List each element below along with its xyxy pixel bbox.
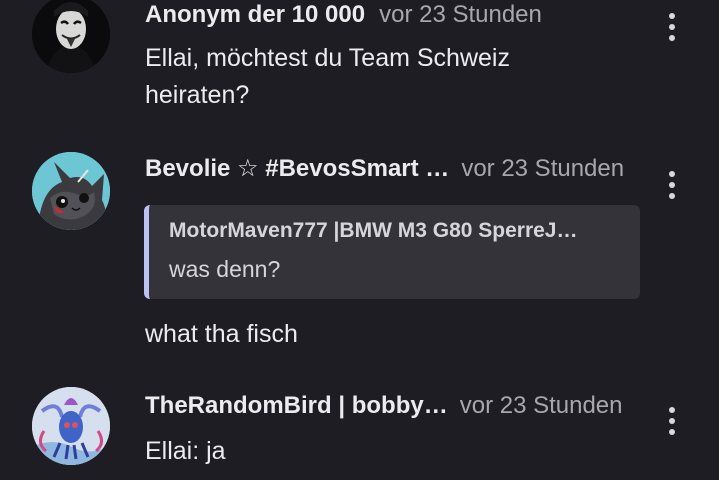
blue-creature-avatar	[32, 387, 110, 465]
avatar[interactable]	[32, 387, 110, 465]
comment-text: Ellai: ja	[145, 437, 226, 465]
comment-author[interactable]: Anonym der 10 000	[145, 1, 365, 28]
more-options-icon[interactable]	[660, 171, 684, 203]
quote-author: MotorMaven777 |BMW M3 G80 SperreJ…	[169, 219, 578, 242]
comment-author[interactable]: TheRandomBird | bobby…	[145, 391, 448, 421]
comment-timestamp[interactable]: vor 23 Stunden	[461, 154, 624, 184]
anonymous-mask-icon	[32, 0, 110, 73]
comment-text: what tha fisch	[145, 320, 298, 348]
comment-item: TheRandomBird | bobby… vor 23 Stunden Ell…	[0, 370, 719, 480]
cartoon-cat-avatar	[32, 152, 110, 230]
comment-text: Ellai, möchtest du Team Schweiz heiraten…	[145, 40, 510, 114]
comment-item: Bevolie ☆ #BevosSmart … vor 23 Stunden Mo…	[0, 140, 719, 370]
comment-text-line: Ellai, möchtest du Team Schweiz	[145, 44, 510, 72]
comment-item: Anonym der 10 000 vor 23 Stunden Ellai, m…	[0, 0, 719, 140]
comment-timestamp[interactable]: vor 23 Stunden	[460, 391, 623, 421]
more-options-icon[interactable]	[660, 407, 684, 439]
comment-timestamp[interactable]: vor 23 Stunden	[379, 0, 542, 30]
quoted-reply[interactable]: MotorMaven777 |BMW M3 G80 SperreJ… was d…	[144, 205, 640, 299]
avatar[interactable]	[32, 0, 110, 73]
comment-text-line: heiraten?	[145, 81, 250, 109]
more-options-icon[interactable]	[660, 13, 684, 45]
quote-text: was denn?	[169, 256, 281, 282]
avatar[interactable]	[32, 152, 110, 230]
comment-author[interactable]: Bevolie ☆ #BevosSmart …	[145, 154, 449, 184]
